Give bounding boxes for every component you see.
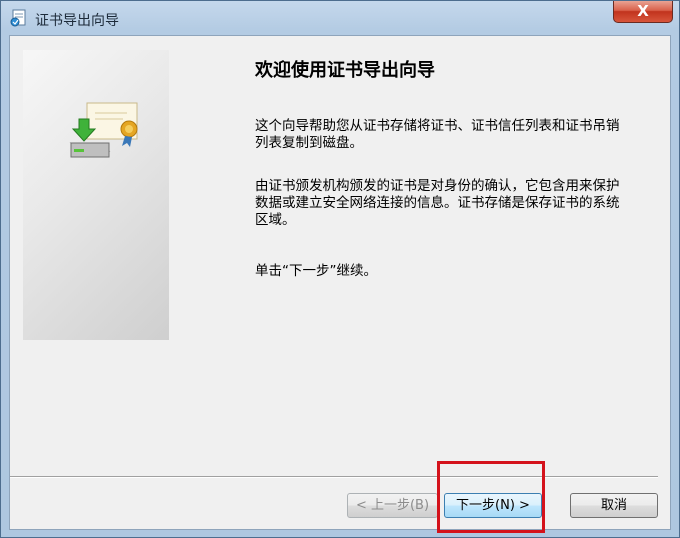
wizard-side-panel xyxy=(23,50,169,340)
certificate-export-icon xyxy=(69,102,138,158)
title-bar[interactable]: 证书导出向导 X xyxy=(1,1,679,35)
button-separator xyxy=(10,476,658,478)
cancel-button[interactable]: 取消 xyxy=(570,493,658,518)
close-button[interactable]: X xyxy=(613,1,673,23)
wizard-client-area: 欢迎使用证书导出向导 这个向导帮助您从证书存储将证书、证书信任列表和证书吊销列表… xyxy=(9,35,671,533)
back-button[interactable]: < 上一步(B) xyxy=(347,493,438,518)
wizard-heading: 欢迎使用证书导出向导 xyxy=(255,60,435,81)
wizard-window: 证书导出向导 X 欢迎使用证书导出向导 这个向导帮助您从证书存储将证书、证书信任… xyxy=(0,0,680,538)
intro-paragraph: 这个向导帮助您从证书存储将证书、证书信任列表和证书吊销列表复制到磁盘。 xyxy=(255,118,620,151)
certificate-window-icon xyxy=(10,9,26,27)
certificate-info-paragraph: 由证书颁发机构颁发的证书是对身份的确认，它包含用来保护数据或建立安全网络连接的信… xyxy=(255,178,620,228)
continue-instruction: 单击“下一步”继续。 xyxy=(255,263,377,279)
window-title: 证书导出向导 xyxy=(35,13,119,29)
next-button-highlight-box xyxy=(437,461,545,533)
